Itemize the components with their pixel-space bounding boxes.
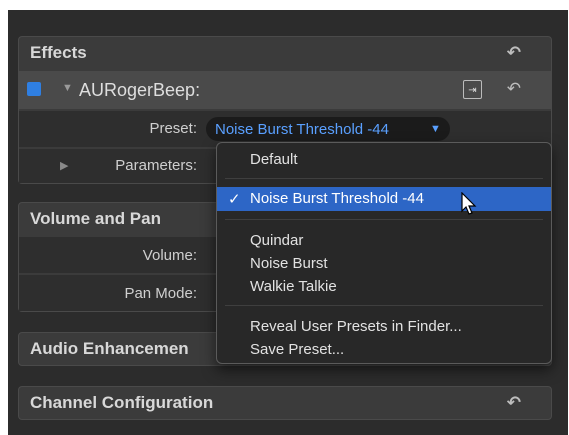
audio-enhancements-title: Audio Enhancemen xyxy=(30,339,189,358)
menu-separator xyxy=(225,305,543,306)
disclosure-triangle-down-icon[interactable]: ▼ xyxy=(62,82,73,94)
menu-item-noise-burst-threshold[interactable]: ✓ Noise Burst Threshold -44 xyxy=(217,187,551,211)
preset-label: Preset: xyxy=(149,120,197,137)
channel-configuration-header: Channel Configuration ↶ xyxy=(19,387,551,419)
preset-dropdown-menu: Default ✓ Noise Burst Threshold -44 Quin… xyxy=(216,142,552,364)
volume-pan-title: Volume and Pan xyxy=(30,209,161,228)
menu-item-walkie-talkie[interactable]: Walkie Talkie xyxy=(250,278,337,295)
menu-separator xyxy=(225,178,543,179)
effects-title: Effects xyxy=(30,43,87,62)
menu-item-noise-burst[interactable]: Noise Burst xyxy=(250,255,328,272)
menu-item-reveal-presets[interactable]: Reveal User Presets in Finder... xyxy=(250,318,462,335)
menu-item-save-preset[interactable]: Save Preset... xyxy=(250,341,344,358)
effect-name: AURogerBeep: xyxy=(79,80,201,100)
menu-item-label: Noise Burst Threshold -44 xyxy=(250,190,424,207)
effect-header-row: ▼ AURogerBeep: ⇥ ↶ xyxy=(19,71,551,109)
pan-mode-label: Pan Mode: xyxy=(124,285,197,302)
preset-value: Noise Burst Threshold -44 xyxy=(215,121,389,138)
channel-configuration-title: Channel Configuration xyxy=(30,393,214,412)
volume-label: Volume: xyxy=(142,247,197,264)
preset-popup-button[interactable]: Noise Burst Threshold -44 ▼ xyxy=(206,117,450,141)
channel-configuration-section[interactable]: Channel Configuration ↶ xyxy=(18,386,552,420)
parameters-label: Parameters: xyxy=(115,157,197,174)
menu-separator xyxy=(225,219,543,220)
effects-header[interactable]: Effects ↶ xyxy=(19,37,551,69)
channel-reset-icon[interactable]: ↶ xyxy=(507,393,521,413)
effects-reset-icon[interactable]: ↶ xyxy=(507,43,521,63)
effect-enable-checkbox[interactable] xyxy=(27,82,41,96)
checkmark-icon: ✓ xyxy=(228,191,241,208)
effect-editor-icon[interactable]: ⇥ xyxy=(463,80,482,99)
mouse-cursor-icon xyxy=(461,192,477,215)
disclosure-triangle-right-icon[interactable]: ▶ xyxy=(60,159,68,172)
chevron-down-icon: ▼ xyxy=(430,123,441,135)
menu-item-quindar[interactable]: Quindar xyxy=(250,232,303,249)
menu-item-default[interactable]: Default xyxy=(250,151,298,168)
effect-reset-icon[interactable]: ↶ xyxy=(507,79,521,99)
